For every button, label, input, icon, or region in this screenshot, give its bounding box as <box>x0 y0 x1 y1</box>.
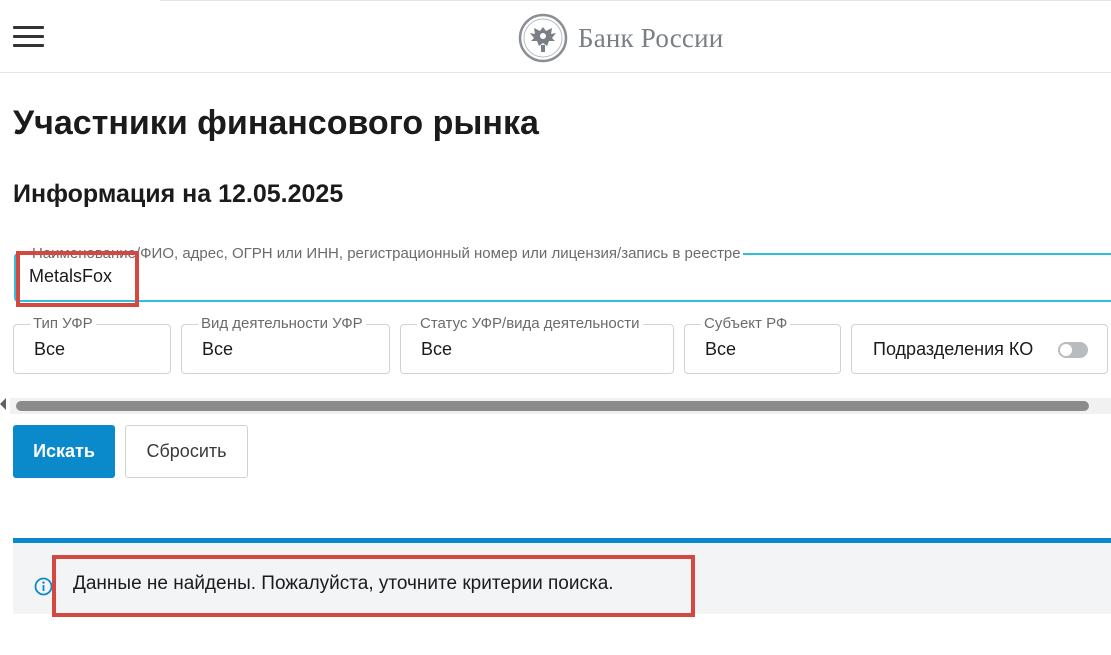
toggle-label: Подразделения КО <box>873 339 1034 359</box>
alert-message: Данные не найдены. Пожалуйста, уточните … <box>73 573 614 594</box>
brand-name: Банк России <box>578 22 724 53</box>
filter-value: Все <box>421 339 453 359</box>
filter-value: Все <box>34 339 66 359</box>
search-input[interactable] <box>29 266 729 287</box>
scrollbar-thumb[interactable] <box>16 401 1089 411</box>
no-results-alert: Данные не найдены. Пожалуйста, уточните … <box>13 538 1111 614</box>
filter-value: Все <box>705 339 737 359</box>
filter-label: Субъект РФ <box>701 315 791 332</box>
filter-label: Тип УФР <box>30 315 96 332</box>
filter-activity-type[interactable]: Вид деятельности УФР Все <box>181 315 390 374</box>
ko-divisions-toggle[interactable]: Подразделения КО <box>851 324 1108 374</box>
info-icon <box>34 577 53 596</box>
search-field-label: Наименование/ФИО, адрес, ОГРН или ИНН, р… <box>30 245 743 262</box>
filter-label: Статус УФР/вида деятельности <box>417 315 643 332</box>
reset-button[interactable]: Сбросить <box>125 425 248 478</box>
scroll-left-arrow-icon[interactable] <box>0 398 6 410</box>
filter-label: Вид деятельности УФР <box>198 315 366 332</box>
toggle-switch[interactable] <box>1058 342 1088 358</box>
filter-status[interactable]: Статус УФР/вида деятельности Все <box>400 315 674 374</box>
info-date-heading: Информация на 12.05.2025 <box>13 180 344 208</box>
search-button[interactable]: Искать <box>13 425 115 478</box>
filter-region[interactable]: Субъект РФ Все <box>684 315 841 374</box>
hamburger-menu-icon[interactable] <box>13 26 44 48</box>
filter-value: Все <box>202 339 234 359</box>
filter-ufr-type[interactable]: Тип УФР Все <box>13 315 171 374</box>
double-headed-eagle-emblem-icon <box>518 13 568 63</box>
page-title: Участники финансового рынка <box>13 104 539 142</box>
site-header: Банк России <box>0 0 1111 73</box>
bank-logo[interactable]: Банк России <box>518 13 723 63</box>
